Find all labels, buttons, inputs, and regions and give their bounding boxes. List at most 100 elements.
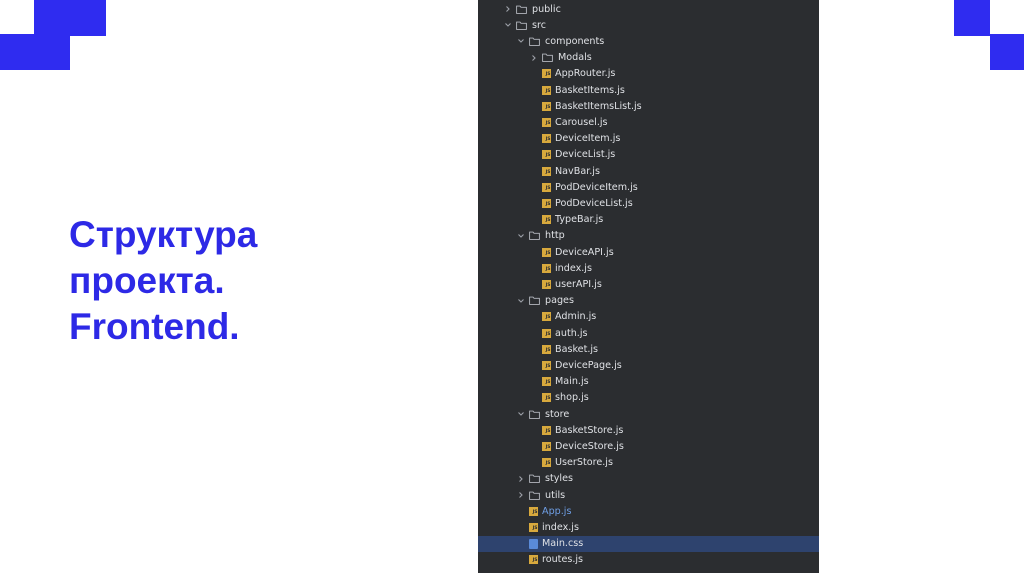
js-file-icon: JS (542, 279, 551, 289)
tree-item-label: index.js (542, 521, 579, 533)
js-file-icon: JS (542, 198, 551, 208)
decor-square (34, 0, 70, 36)
tree-item-label: App.js (542, 505, 572, 517)
tree-item-label: components (545, 35, 605, 47)
tree-item-label: Modals (558, 52, 592, 64)
chevron-down-icon[interactable] (516, 406, 526, 422)
tree-item-label: styles (545, 473, 574, 485)
tree-item[interactable]: JS PodDeviceItem.js (478, 179, 819, 195)
tree-item-label: TypeBar.js (555, 214, 604, 226)
js-file-icon: JS (542, 215, 551, 225)
tree-item[interactable]: JS index.js (478, 519, 819, 535)
tree-item[interactable]: Modals (478, 50, 819, 66)
tree-item[interactable]: JS BasketStore.js (478, 422, 819, 438)
js-file-icon: JS (542, 360, 551, 370)
chevron-right-icon[interactable] (516, 471, 526, 487)
tree-item[interactable]: JS Basket.js (478, 341, 819, 357)
slide-title: Структура проекта. Frontend. (69, 212, 257, 350)
slide-title-line: Структура (69, 214, 258, 255)
tree-item-label: src (532, 19, 547, 31)
tree-item[interactable]: JS PodDeviceList.js (478, 195, 819, 211)
tree-item-label: NavBar.js (555, 165, 600, 177)
tree-item[interactable]: JS BasketItems.js (478, 82, 819, 98)
js-file-icon: JS (542, 312, 551, 322)
chevron-right-icon[interactable] (503, 1, 513, 17)
tree-item-label: utils (545, 489, 566, 501)
chevron-down-icon[interactable] (516, 293, 526, 309)
chevron-down-icon[interactable] (503, 17, 513, 33)
tree-item[interactable]: JS AppRouter.js (478, 66, 819, 82)
decor-square (34, 34, 70, 70)
js-file-icon: JS (542, 69, 551, 79)
folder-icon (529, 471, 541, 487)
js-file-icon: JS (542, 134, 551, 144)
chevron-right-icon[interactable] (516, 487, 526, 503)
tree-item[interactable]: JS auth.js (478, 325, 819, 341)
tree-item-label: UserStore.js (555, 457, 613, 469)
tree-item[interactable]: Main.css (478, 535, 819, 552)
tree-item-label: DevicePage.js (555, 359, 622, 371)
js-file-icon: JS (529, 522, 538, 532)
tree-item-label: PodDeviceList.js (555, 197, 633, 209)
folder-icon (529, 293, 541, 309)
tree-item[interactable]: src (478, 17, 819, 33)
tree-item[interactable]: styles (478, 471, 819, 487)
tree-item[interactable]: JS BasketItemsList.js (478, 98, 819, 114)
js-file-icon: JS (542, 166, 551, 176)
js-file-icon: JS (542, 441, 551, 451)
tree-item[interactable]: JS DeviceList.js (478, 147, 819, 163)
tree-item[interactable]: JS DeviceAPI.js (478, 244, 819, 260)
tree-item[interactable]: http (478, 228, 819, 244)
tree-item[interactable]: JS shop.js (478, 390, 819, 406)
folder-icon (542, 50, 554, 66)
decor-square (990, 34, 1024, 70)
tree-item-label: store (545, 408, 570, 420)
tree-item[interactable]: JS index.js (478, 260, 819, 276)
tree-item[interactable]: JS TypeBar.js (478, 212, 819, 228)
tree-item[interactable]: JS DevicePage.js (478, 357, 819, 373)
tree-item-label: Basket.js (555, 343, 599, 355)
tree-item[interactable]: JS routes.js (478, 552, 819, 568)
tree-item[interactable]: JS Admin.js (478, 309, 819, 325)
js-file-icon: JS (542, 150, 551, 160)
js-file-icon: JS (542, 101, 551, 111)
js-file-icon: JS (542, 263, 551, 273)
folder-icon (529, 228, 541, 244)
folder-icon (529, 406, 541, 422)
tree-item-label: AppRouter.js (555, 68, 616, 80)
folder-icon (516, 17, 528, 33)
tree-item-label: DeviceItem.js (555, 133, 621, 145)
tree-item[interactable]: components (478, 33, 819, 49)
js-file-icon: JS (542, 458, 551, 468)
tree-item[interactable]: store (478, 406, 819, 422)
tree-item-label: public (532, 3, 561, 15)
js-file-icon: JS (529, 506, 538, 516)
tree-item[interactable]: JS Main.js (478, 374, 819, 390)
project-tree: public src components Modals JS AppRouter.js J… (478, 0, 819, 573)
decor-square (954, 0, 990, 36)
folder-icon (516, 1, 528, 17)
chevron-down-icon[interactable] (516, 33, 526, 49)
js-file-icon: JS (542, 117, 551, 127)
tree-item[interactable]: JS App.js (478, 503, 819, 519)
tree-item[interactable]: pages (478, 293, 819, 309)
tree-item[interactable]: JS UserStore.js (478, 455, 819, 471)
tree-item[interactable]: JS userAPI.js (478, 276, 819, 292)
js-file-icon: JS (542, 425, 551, 435)
tree-item-label: BasketStore.js (555, 424, 624, 436)
js-file-icon: JS (542, 85, 551, 95)
tree-item-label: shop.js (555, 392, 589, 404)
tree-item-label: http (545, 230, 565, 242)
chevron-down-icon[interactable] (516, 228, 526, 244)
tree-item[interactable]: JS DeviceStore.js (478, 438, 819, 454)
chevron-right-icon[interactable] (529, 50, 539, 66)
tree-item[interactable]: public (478, 1, 819, 17)
js-file-icon: JS (542, 247, 551, 257)
tree-item[interactable]: utils (478, 487, 819, 503)
tree-item[interactable]: JS DeviceItem.js (478, 131, 819, 147)
tree-item[interactable]: JS Carousel.js (478, 114, 819, 130)
tree-item-label: routes.js (542, 554, 584, 566)
js-file-icon: JS (542, 393, 551, 403)
tree-item[interactable]: JS NavBar.js (478, 163, 819, 179)
slide-title-line: проекта. (69, 260, 225, 301)
